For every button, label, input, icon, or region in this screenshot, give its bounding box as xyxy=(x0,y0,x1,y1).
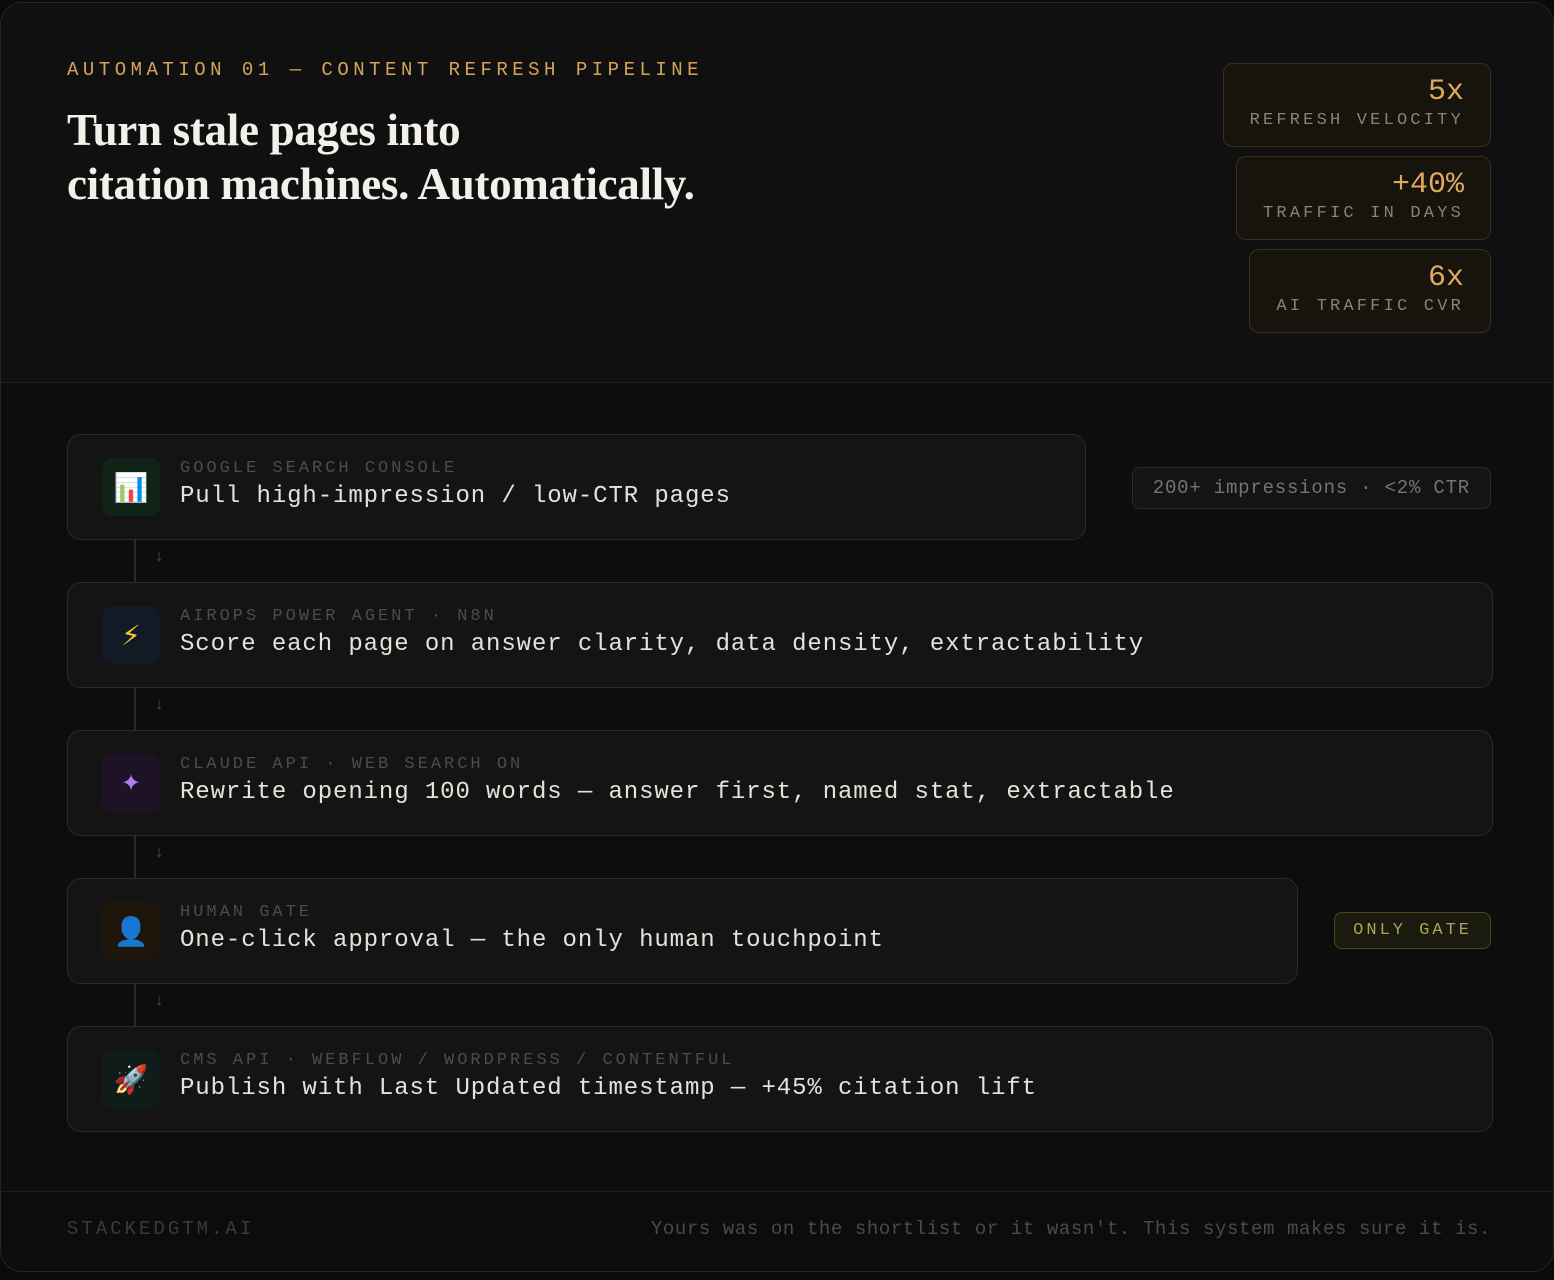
stat-label: REFRESH VELOCITY xyxy=(1249,111,1464,130)
step-source: GOOGLE SEARCH CONSOLE xyxy=(180,459,458,478)
down-arrow-icon: ↓ xyxy=(154,548,165,567)
step-action: Publish with Last Updated timestamp — +4… xyxy=(180,1075,1037,1102)
page-title: Turn stale pages into citation machines.… xyxy=(67,103,847,211)
stat-ai-traffic-cvr: 6x AI TRAFFIC CVR xyxy=(1249,249,1491,333)
step-claude-api: ✦ CLAUDE API · WEB SEARCH ON Rewrite ope… xyxy=(67,730,1493,836)
step-connector xyxy=(134,983,136,1027)
person-icon: 👤 xyxy=(102,902,160,960)
step-connector xyxy=(134,687,136,731)
footer-brand: STACKEDGTM.AI xyxy=(67,1218,255,1240)
step-action: Score each page on answer clarity, data … xyxy=(180,631,1145,658)
headline-line-1: Turn stale pages into xyxy=(67,105,461,155)
threshold-tag: 200+ impressions · <2% CTR xyxy=(1131,467,1491,509)
stat-label: TRAFFIC IN DAYS xyxy=(1262,204,1464,223)
down-arrow-icon: ↓ xyxy=(154,992,165,1011)
headline-line-2: citation machines. Automatically. xyxy=(67,159,695,209)
footer-tagline: Yours was on the shortlist or it wasn't.… xyxy=(650,1218,1491,1240)
footer: STACKEDGTM.AI Yours was on the shortlist… xyxy=(1,1191,1553,1271)
down-arrow-icon: ↓ xyxy=(154,844,165,863)
eyebrow-label: AUTOMATION 01 — CONTENT REFRESH PIPELINE xyxy=(67,59,704,81)
step-human-gate: 👤 HUMAN GATE One-click approval — the on… xyxy=(67,878,1298,984)
stat-value: 6x xyxy=(1427,261,1464,295)
step-connector xyxy=(134,835,136,879)
down-arrow-icon: ↓ xyxy=(154,696,165,715)
step-action: Pull high-impression / low-CTR pages xyxy=(180,483,731,510)
stat-value: +40% xyxy=(1391,168,1464,202)
sparkle-icon: ✦ xyxy=(102,754,160,812)
step-airops-power-agent: ⚡ AIROPS POWER AGENT · N8N Score each pa… xyxy=(67,582,1493,688)
rocket-icon: 🚀 xyxy=(102,1050,160,1108)
step-action: Rewrite opening 100 words — answer first… xyxy=(180,779,1175,806)
stat-value: 5x xyxy=(1427,75,1464,109)
step-google-search-console: 📊 GOOGLE SEARCH CONSOLE Pull high-impres… xyxy=(67,434,1086,540)
only-gate-badge: ONLY GATE xyxy=(1334,912,1491,949)
step-action: One-click approval — the only human touc… xyxy=(180,927,884,954)
pipeline-card: AUTOMATION 01 — CONTENT REFRESH PIPELINE… xyxy=(0,2,1554,1272)
header: AUTOMATION 01 — CONTENT REFRESH PIPELINE… xyxy=(1,3,1553,383)
pipeline-steps: ↓ ↓ ↓ ↓ 📊 GOOGLE SEARCH CONSOLE Pull hig… xyxy=(1,383,1553,1191)
lightning-icon: ⚡ xyxy=(102,606,160,664)
step-source: CLAUDE API · WEB SEARCH ON xyxy=(180,755,524,774)
step-source: CMS API · WEBFLOW / WORDPRESS / CONTENTF… xyxy=(180,1051,735,1070)
stat-refresh-velocity: 5x REFRESH VELOCITY xyxy=(1222,63,1491,147)
stat-label: AI TRAFFIC CVR xyxy=(1276,297,1464,316)
stat-traffic-in-days: +40% TRAFFIC IN DAYS xyxy=(1235,156,1491,240)
step-cms-api: 🚀 CMS API · WEBFLOW / WORDPRESS / CONTEN… xyxy=(67,1026,1493,1132)
step-source: AIROPS POWER AGENT · N8N xyxy=(180,607,497,626)
bar-chart-icon: 📊 xyxy=(102,458,160,516)
step-connector xyxy=(134,539,136,583)
step-source: HUMAN GATE xyxy=(180,903,313,922)
